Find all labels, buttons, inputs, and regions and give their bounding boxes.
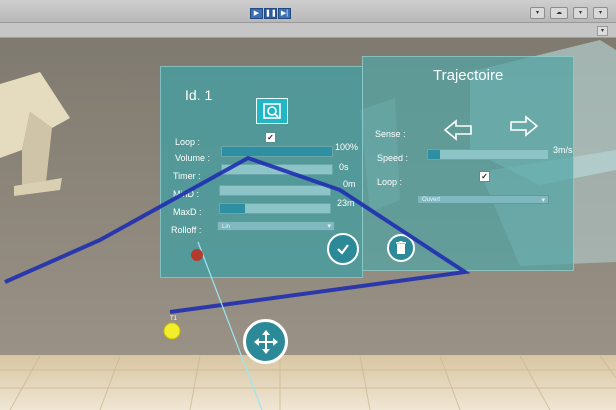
trash-icon[interactable] [387, 234, 415, 262]
timer-label: Timer : [173, 171, 201, 181]
speed-value: 3m/s [553, 145, 573, 155]
maxd-label: MaxD : [173, 207, 202, 217]
chevron-down-icon: ▾ [327, 223, 331, 230]
arrow-right-icon[interactable] [509, 115, 539, 142]
editor-toolbar: ▶ ❚❚ ▶| ▾ ☁ ▾ ▾ [0, 0, 616, 23]
cloud-icon[interactable]: ☁ [549, 7, 568, 19]
mind-slider[interactable] [219, 185, 331, 196]
loop-checkbox[interactable]: ✓ [479, 171, 490, 182]
toolbar-right-group: ▾ ☁ ▾ ▾ [529, 7, 608, 19]
view-options-tab[interactable]: ▾ [596, 26, 608, 36]
volume-label: Volume : [175, 153, 211, 163]
check-icon[interactable] [327, 233, 359, 265]
rolloff-label: Rolloff : [171, 225, 202, 235]
account-dropdown[interactable]: ▾ [572, 7, 588, 19]
mind-value: 0m [343, 179, 356, 189]
step-icon[interactable]: ▶| [278, 8, 291, 19]
loop-label: Loop : [377, 177, 403, 187]
rolloff-dropdown[interactable]: Lin ▾ [217, 221, 335, 231]
panel-title: Trajectoire [433, 67, 504, 84]
playback-controls: ▶ ❚❚ ▶| [250, 8, 291, 19]
volume-value: 100% [335, 142, 359, 152]
speed-slider[interactable] [427, 149, 549, 160]
rolloff-value: Lin [222, 224, 231, 230]
waypoint-label: T1 [170, 316, 178, 322]
move-arrows-icon[interactable] [243, 319, 288, 364]
yellow-waypoint[interactable] [164, 323, 180, 339]
loop-label: Loop : [175, 137, 201, 147]
play-icon[interactable]: ▶ [250, 8, 263, 19]
pause-icon[interactable]: ❚❚ [264, 8, 277, 19]
sound-source-panel: Id. 1 Loop : ✓ Volume : 100% Timer : 0s … [160, 66, 363, 278]
speed-label: Speed : [377, 153, 409, 163]
panel-title: Id. 1 [185, 87, 213, 103]
trajectory-panel: Trajectoire Sense : Speed : 3m/s Loop : … [362, 56, 574, 271]
vr-scene-view: ▶ ❚❚ ▶| ▾ ☁ ▾ ▾ ▾ Id. 1 Loop : ✓ Volume … [0, 0, 616, 410]
timer-value: 0s [339, 162, 349, 172]
maxd-value: 23m [337, 198, 355, 208]
collab-dropdown[interactable]: ▾ [529, 7, 545, 19]
path-mode-value: Ouvert [422, 197, 441, 203]
timer-slider[interactable] [221, 164, 333, 175]
layers-dropdown[interactable]: ▾ [592, 7, 608, 19]
magnifier-icon[interactable] [256, 98, 288, 124]
path-mode-dropdown[interactable]: Ouvert ▾ [417, 195, 549, 204]
mind-label: MinD : [173, 189, 200, 199]
arrow-left-icon[interactable] [443, 119, 473, 146]
volume-slider[interactable] [221, 146, 333, 157]
sound-source-marker[interactable] [191, 249, 203, 261]
loop-checkbox[interactable]: ✓ [265, 132, 276, 143]
editor-subbar: ▾ [0, 23, 616, 38]
chevron-down-icon: ▾ [541, 197, 545, 204]
sense-label: Sense : [375, 129, 406, 139]
maxd-slider[interactable] [219, 203, 331, 214]
